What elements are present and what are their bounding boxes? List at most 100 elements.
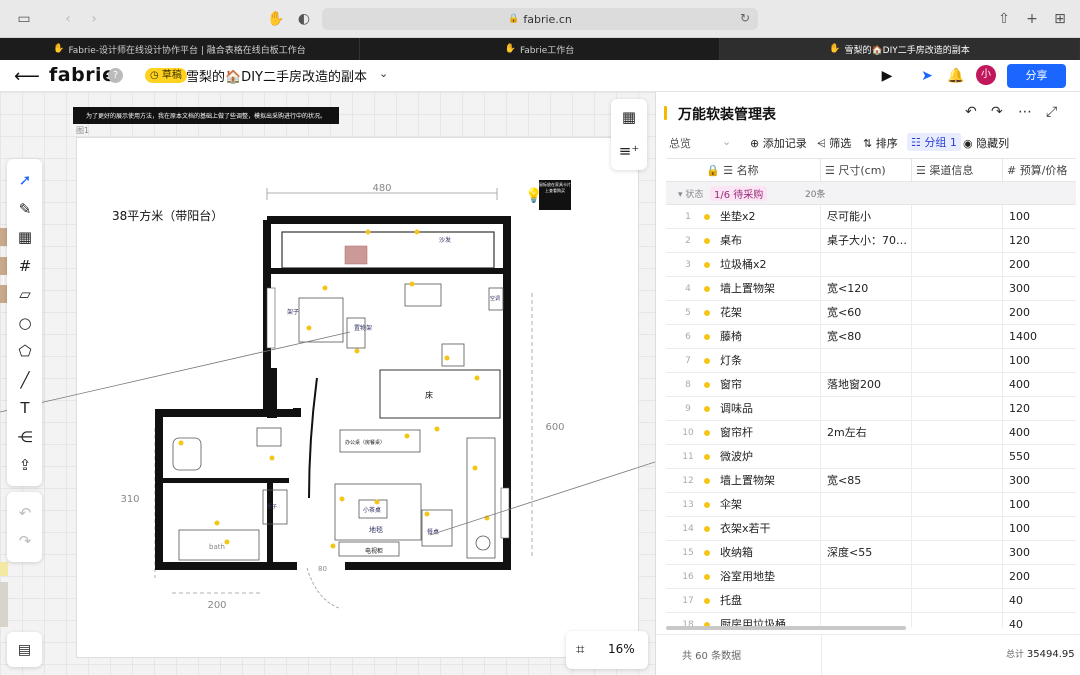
cell-budget[interactable]: 100: [1003, 205, 1076, 229]
table-row[interactable]: 10 窗帘杆 2m左右 400: [666, 421, 1076, 445]
cell-channel[interactable]: [912, 445, 1003, 469]
browser-tab-3[interactable]: ✋ 雪梨的🏠DIY二手房改造的副本: [720, 38, 1080, 60]
chevron-down-icon[interactable]: ⌄: [379, 67, 388, 80]
undo-icon[interactable]: ↶: [14, 502, 36, 524]
table-row[interactable]: 6 藤椅 宽<80 1400: [666, 325, 1076, 349]
redo-icon[interactable]: ↷: [991, 104, 1003, 120]
cell-channel[interactable]: [912, 253, 1003, 277]
redo-icon[interactable]: ↷: [14, 530, 36, 552]
cell-name[interactable]: 衣架x若干: [714, 517, 821, 541]
table-row[interactable]: 13 伞架 100: [666, 493, 1076, 517]
cell-budget[interactable]: 200: [1003, 253, 1076, 277]
cell-size[interactable]: 宽<80: [821, 325, 912, 349]
cell-size[interactable]: [821, 397, 912, 421]
horizontal-scrollbar[interactable]: [666, 626, 906, 630]
new-tab-icon[interactable]: +: [1022, 9, 1042, 29]
cell-channel[interactable]: [912, 517, 1003, 541]
cell-name[interactable]: 墙上置物架: [714, 469, 821, 493]
table-row[interactable]: 12 墙上置物架 宽<85 300: [666, 469, 1076, 493]
table-row[interactable]: 3 垃圾桶x2 200: [666, 253, 1076, 277]
back-nav-icon[interactable]: ‹: [58, 9, 78, 29]
cell-channel[interactable]: [912, 301, 1003, 325]
pen-icon[interactable]: ✎: [14, 198, 36, 220]
cell-name[interactable]: 灯条: [714, 349, 821, 373]
column-header-budget[interactable]: # 预算/价格: [1003, 159, 1076, 182]
share-button[interactable]: 分享: [1007, 64, 1066, 88]
view-selector[interactable]: 总览: [669, 135, 691, 151]
cell-budget[interactable]: 100: [1003, 349, 1076, 373]
minimap-icon[interactable]: ⌗: [576, 640, 584, 658]
sticky-note-icon[interactable]: ▱: [14, 283, 36, 305]
cell-size[interactable]: [821, 589, 912, 613]
cell-budget[interactable]: 200: [1003, 565, 1076, 589]
bell-icon[interactable]: 🔔: [946, 66, 966, 86]
cell-channel[interactable]: [912, 421, 1003, 445]
privacy-shield-icon[interactable]: ◐: [294, 9, 314, 29]
text-icon[interactable]: T: [14, 397, 36, 419]
cell-channel[interactable]: [912, 397, 1003, 421]
cell-budget[interactable]: 300: [1003, 277, 1076, 301]
browser-tab-1[interactable]: ✋ Fabrie-设计师在线设计协作平台 | 融合表格在线白板工作台: [0, 38, 360, 60]
cell-channel[interactable]: [912, 325, 1003, 349]
table-icon[interactable]: ▦: [14, 226, 36, 248]
cell-name[interactable]: 微波炉: [714, 445, 821, 469]
cell-channel[interactable]: [912, 277, 1003, 301]
cell-channel[interactable]: [912, 565, 1003, 589]
cell-budget[interactable]: 200: [1003, 301, 1076, 325]
cell-size[interactable]: 宽<85: [821, 469, 912, 493]
table-row[interactable]: 15 收纳箱 深度<55 300: [666, 541, 1076, 565]
cell-channel[interactable]: [912, 205, 1003, 229]
cell-channel[interactable]: [912, 469, 1003, 493]
table-view-icon[interactable]: ▦: [618, 106, 640, 128]
cell-channel[interactable]: [912, 541, 1003, 565]
avatar[interactable]: 小: [976, 65, 996, 85]
forward-nav-icon[interactable]: ›: [84, 9, 104, 29]
hand-icon[interactable]: ✋: [266, 9, 286, 29]
cell-size[interactable]: 落地窗200: [821, 373, 912, 397]
address-bar[interactable]: 🔒 fabrie.cn ↻: [322, 8, 758, 30]
cursor-follow-icon[interactable]: ➤: [917, 66, 937, 86]
cell-budget[interactable]: 1400: [1003, 325, 1076, 349]
panel-title[interactable]: 万能软装管理表: [678, 104, 776, 124]
column-header-channel[interactable]: ☰ 渠道信息: [912, 159, 1003, 182]
cell-budget[interactable]: 400: [1003, 373, 1076, 397]
zoom-control[interactable]: ⌗ 16%: [566, 631, 648, 669]
cell-name[interactable]: 调味品: [714, 397, 821, 421]
table-row[interactable]: 4 墙上置物架 宽<120 300: [666, 277, 1076, 301]
undo-icon[interactable]: ↶: [965, 104, 977, 120]
cell-size[interactable]: 深度<55: [821, 541, 912, 565]
cell-budget[interactable]: 300: [1003, 469, 1076, 493]
table-row[interactable]: 8 窗帘 落地窗200 400: [666, 373, 1076, 397]
hide-columns-button[interactable]: ◉ 隐藏列: [963, 135, 1009, 151]
cell-budget[interactable]: 40: [1003, 613, 1076, 628]
cell-budget[interactable]: 550: [1003, 445, 1076, 469]
select-cursor-icon[interactable]: ➚: [14, 169, 36, 191]
cell-size[interactable]: [821, 565, 912, 589]
help-icon[interactable]: ?: [108, 68, 123, 83]
table-row[interactable]: 11 微波炉 550: [666, 445, 1076, 469]
cell-size[interactable]: 尽可能小: [821, 205, 912, 229]
cell-budget[interactable]: 400: [1003, 421, 1076, 445]
filter-button[interactable]: ⩤ 筛选: [817, 135, 851, 151]
cell-budget[interactable]: 100: [1003, 493, 1076, 517]
cell-name[interactable]: 垃圾桶x2: [714, 253, 821, 277]
sort-button[interactable]: ⇅ 排序: [863, 135, 898, 151]
line-icon[interactable]: ╱: [14, 369, 36, 391]
cell-size[interactable]: [821, 253, 912, 277]
back-arrow-icon[interactable]: ⟵: [14, 66, 40, 87]
cell-name[interactable]: 坐垫x2: [714, 205, 821, 229]
present-icon[interactable]: ▶: [877, 66, 897, 86]
zoom-level[interactable]: 16%: [608, 642, 635, 656]
connector-icon[interactable]: ⋲: [14, 426, 36, 448]
cell-budget[interactable]: 300: [1003, 541, 1076, 565]
cell-name[interactable]: 浴室用地垫: [714, 565, 821, 589]
cell-name[interactable]: 藤椅: [714, 325, 821, 349]
cell-size[interactable]: [821, 445, 912, 469]
cell-size[interactable]: [821, 349, 912, 373]
table-row[interactable]: 7 灯条 100: [666, 349, 1076, 373]
cell-name[interactable]: 桌布: [714, 229, 821, 253]
cell-channel[interactable]: [912, 613, 1003, 628]
cell-channel[interactable]: [912, 493, 1003, 517]
cell-budget[interactable]: 120: [1003, 229, 1076, 253]
circle-icon[interactable]: ○: [14, 312, 36, 334]
